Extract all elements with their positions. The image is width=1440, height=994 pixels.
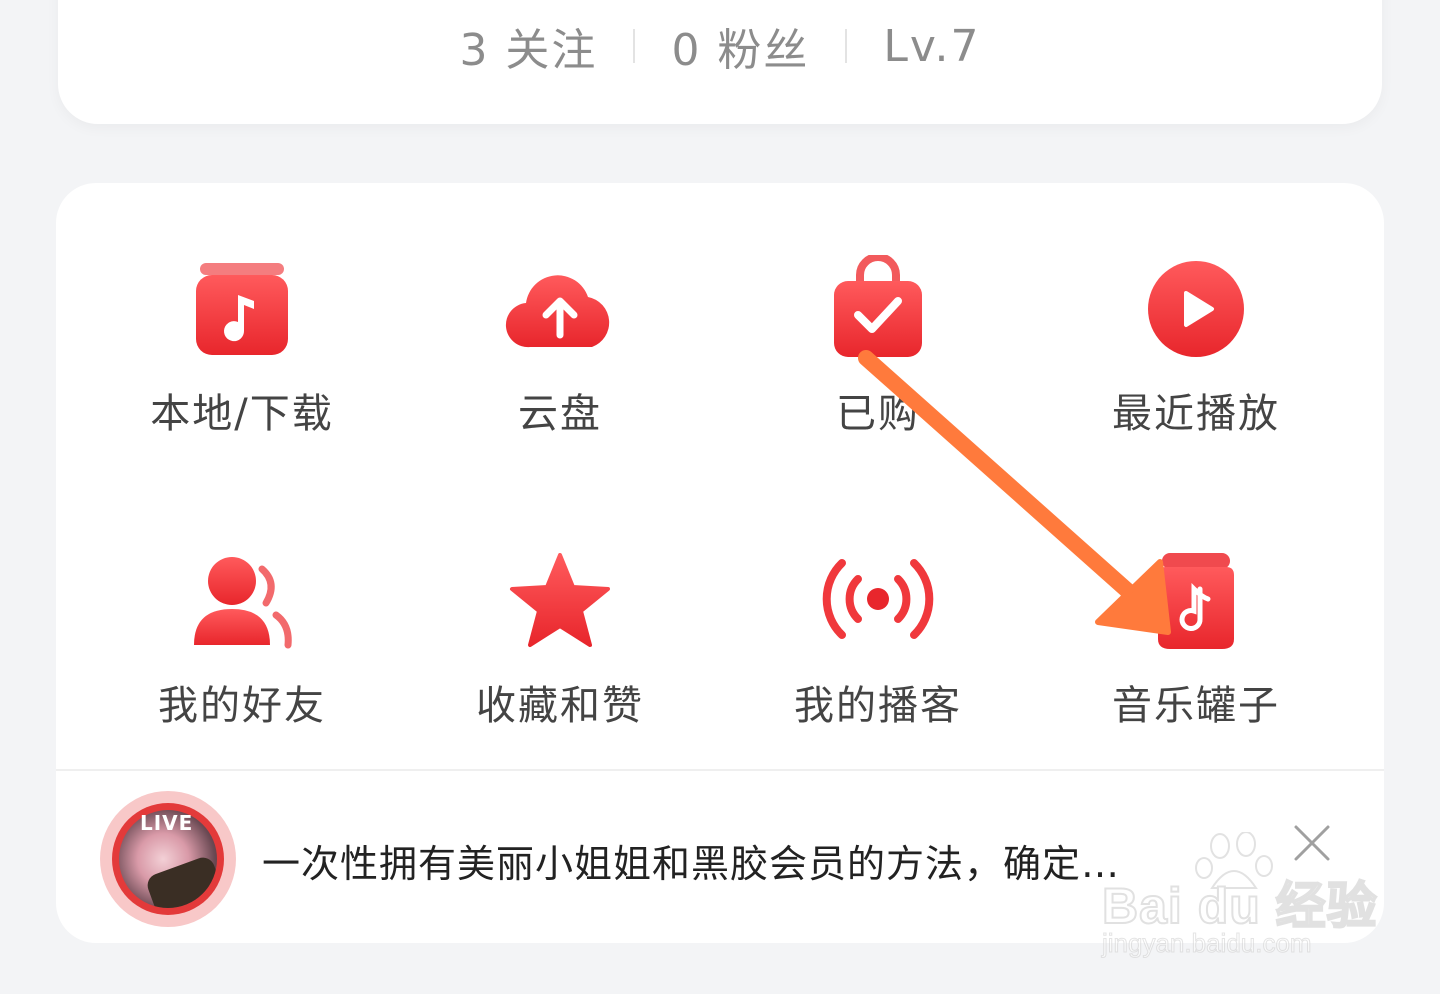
star-icon [510, 553, 610, 647]
grid-item-purchased[interactable]: 已购 [728, 255, 1028, 437]
grid-item-label: 我的播客 [794, 683, 962, 729]
grid-item-friends[interactable]: 我的好友 [92, 553, 392, 729]
close-icon[interactable] [1292, 823, 1332, 863]
music-jar-icon [1158, 553, 1234, 649]
grid-item-label: 已购 [836, 391, 920, 437]
live-badge: LIVE [140, 811, 194, 835]
grid-item-cloud-disk[interactable]: 云盘 [410, 261, 710, 437]
profile-stats-card: 3 关注 0 粉丝 Lv.7 [58, 0, 1382, 124]
cloud-upload-icon [505, 275, 610, 348]
grid-item-label: 最近播放 [1112, 391, 1280, 437]
grid-item-recent-play[interactable]: 最近播放 [1046, 261, 1346, 437]
grid-item-favorites-likes[interactable]: 收藏和赞 [410, 553, 710, 729]
following-count[interactable]: 3 关注 [459, 14, 597, 78]
grid-item-local-download[interactable]: 本地/下载 [92, 261, 392, 437]
podcast-broadcast-icon [822, 559, 934, 639]
friends-icon [194, 557, 292, 649]
profile-stats-row: 3 关注 0 粉丝 Lv.7 [58, 0, 1382, 92]
grid-item-label: 本地/下载 [150, 391, 334, 437]
grid-item-my-podcast[interactable]: 我的播客 [728, 553, 1028, 729]
banner-title[interactable]: 一次性拥有美丽小姐姐和黑胶会员的方法，确定… [262, 833, 1120, 888]
purchased-bag-icon [834, 255, 922, 357]
stats-divider [845, 29, 848, 63]
live-promo-banner[interactable]: LIVE 一次性拥有美丽小姐姐和黑胶会员的方法，确定… [56, 771, 1384, 943]
grid-item-music-jar[interactable]: 音乐罐子 [1046, 553, 1346, 729]
grid-item-label: 我的好友 [158, 683, 326, 729]
shortcut-grid-card: 本地/下载 云盘 已购 最近播放 我的好友 收藏和赞 我的播客 音乐罐子 LIV… [56, 183, 1384, 943]
user-level[interactable]: Lv.7 [883, 21, 980, 72]
followers-count[interactable]: 0 粉丝 [671, 14, 809, 78]
grid-item-label: 音乐罐子 [1112, 683, 1280, 729]
local-download-icon [196, 263, 288, 355]
grid-item-label: 收藏和赞 [476, 683, 644, 729]
play-circle-icon [1148, 261, 1244, 357]
grid-item-label: 云盘 [518, 391, 602, 437]
stats-divider [633, 29, 636, 63]
live-avatar[interactable]: LIVE [100, 791, 236, 927]
